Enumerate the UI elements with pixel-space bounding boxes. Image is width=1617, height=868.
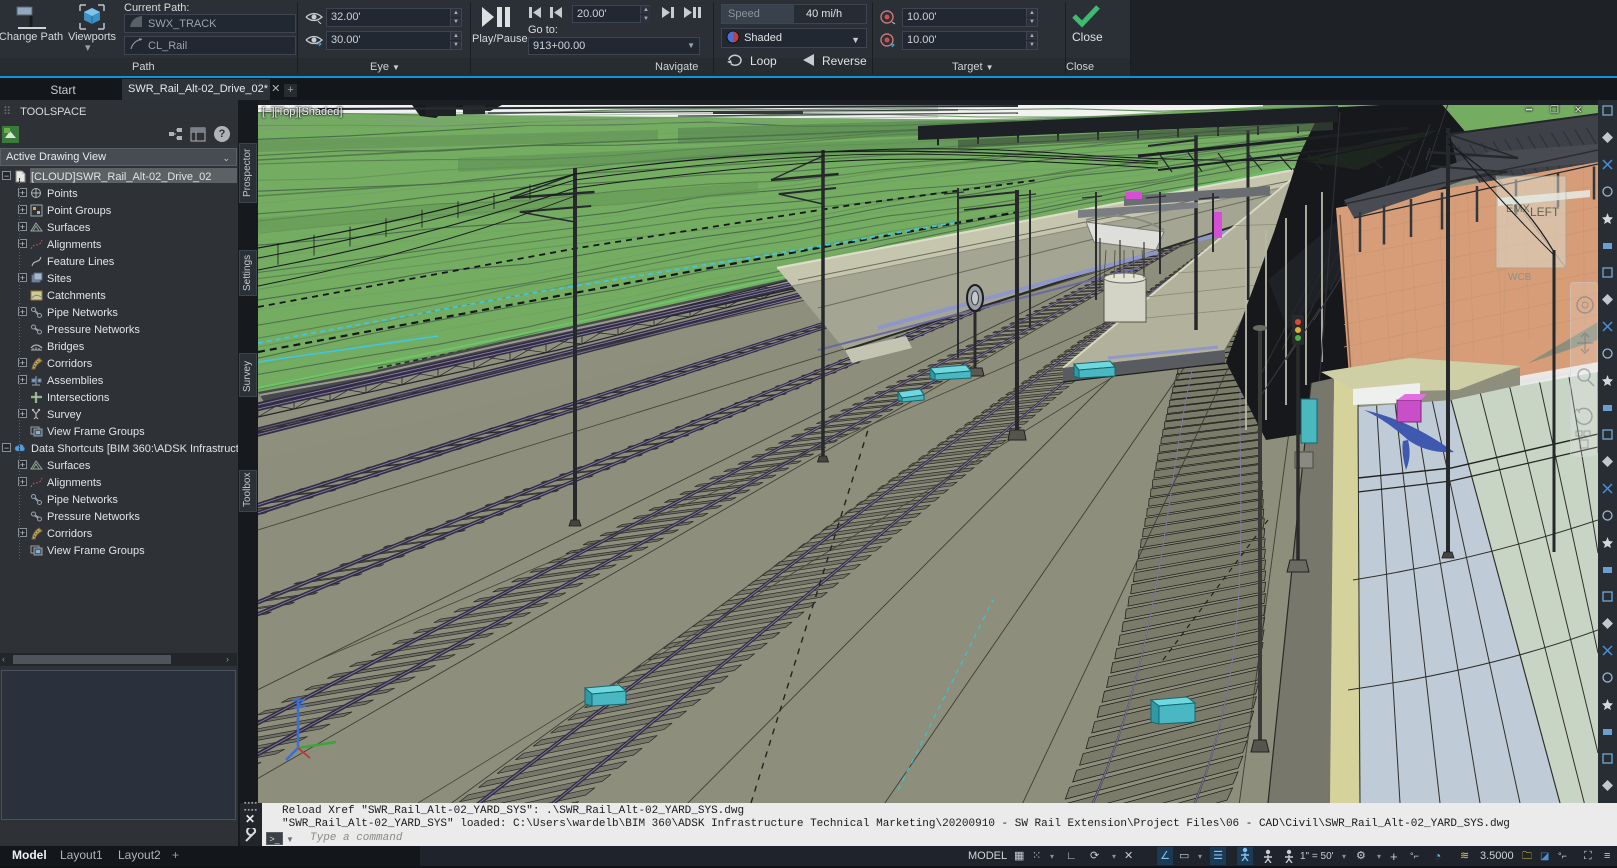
svg-text:WCB: WCB: [1508, 272, 1532, 283]
svg-text:LEFT: LEFT: [1530, 205, 1560, 219]
